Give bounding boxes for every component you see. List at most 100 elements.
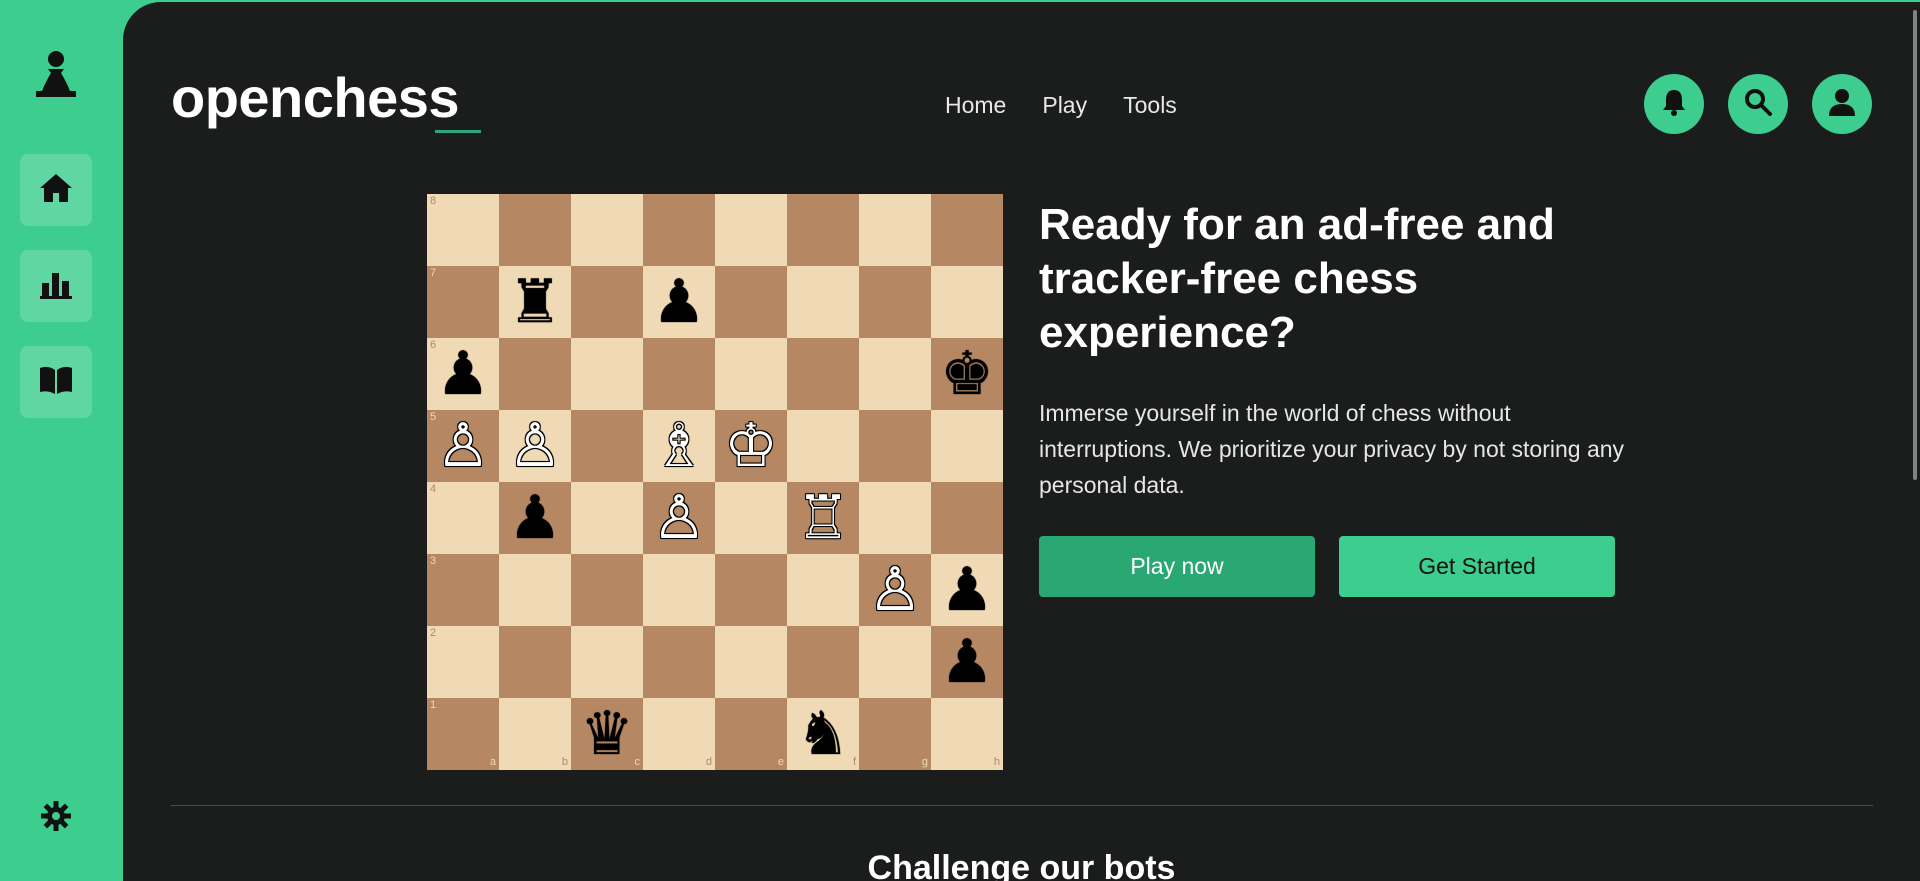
square-g3[interactable]: ♙ bbox=[859, 554, 931, 626]
chess-piece[interactable]: ♙ bbox=[436, 416, 490, 476]
section-divider bbox=[171, 805, 1873, 806]
square-e5[interactable]: ♔ bbox=[715, 410, 787, 482]
user-icon bbox=[1828, 88, 1856, 121]
search-button[interactable] bbox=[1728, 74, 1788, 134]
square-a1[interactable]: 1a bbox=[427, 698, 499, 770]
square-h7[interactable] bbox=[931, 266, 1003, 338]
square-d1[interactable]: d bbox=[643, 698, 715, 770]
square-f6[interactable] bbox=[787, 338, 859, 410]
square-c3[interactable] bbox=[571, 554, 643, 626]
chess-piece[interactable]: ♟ bbox=[508, 488, 562, 548]
chess-piece[interactable]: ♟ bbox=[940, 632, 994, 692]
square-g5[interactable] bbox=[859, 410, 931, 482]
square-c8[interactable] bbox=[571, 194, 643, 266]
square-h8[interactable] bbox=[931, 194, 1003, 266]
square-h3[interactable]: ♟ bbox=[931, 554, 1003, 626]
square-b4[interactable]: ♟ bbox=[499, 482, 571, 554]
file-label: c bbox=[634, 756, 641, 768]
chess-piece[interactable]: ♛ bbox=[580, 704, 634, 764]
notifications-button[interactable] bbox=[1644, 74, 1704, 134]
sidebar-item-stats[interactable] bbox=[20, 250, 92, 322]
square-b1[interactable]: b bbox=[499, 698, 571, 770]
chess-piece[interactable]: ♙ bbox=[868, 560, 922, 620]
profile-button[interactable] bbox=[1812, 74, 1872, 134]
square-e6[interactable] bbox=[715, 338, 787, 410]
sidebar-item-learn[interactable] bbox=[20, 346, 92, 418]
square-e2[interactable] bbox=[715, 626, 787, 698]
square-h2[interactable]: ♟ bbox=[931, 626, 1003, 698]
sidebar-item-home[interactable] bbox=[20, 154, 92, 226]
chess-piece[interactable]: ♞ bbox=[796, 704, 850, 764]
square-g6[interactable] bbox=[859, 338, 931, 410]
square-g7[interactable] bbox=[859, 266, 931, 338]
get-started-button[interactable]: Get Started bbox=[1339, 536, 1615, 597]
chess-piece[interactable]: ♜ bbox=[508, 272, 562, 332]
square-h1[interactable]: h bbox=[931, 698, 1003, 770]
square-c1[interactable]: c ♛ bbox=[571, 698, 643, 770]
file-label: a bbox=[489, 756, 496, 768]
square-d4[interactable]: ♙ bbox=[643, 482, 715, 554]
square-g8[interactable] bbox=[859, 194, 931, 266]
chess-piece[interactable]: ♖ bbox=[796, 488, 850, 548]
nav-tools[interactable]: Tools bbox=[1123, 92, 1177, 119]
play-now-button[interactable]: Play now bbox=[1039, 536, 1315, 597]
square-a6[interactable]: 6 ♟ bbox=[427, 338, 499, 410]
square-a3[interactable]: 3 bbox=[427, 554, 499, 626]
square-d5[interactable]: ♗ bbox=[643, 410, 715, 482]
square-e3[interactable] bbox=[715, 554, 787, 626]
square-a7[interactable]: 7 bbox=[427, 266, 499, 338]
square-c5[interactable] bbox=[571, 410, 643, 482]
square-h4[interactable] bbox=[931, 482, 1003, 554]
chess-piece[interactable]: ♟ bbox=[652, 272, 706, 332]
chess-piece[interactable]: ♗ bbox=[652, 416, 706, 476]
chess-piece[interactable]: ♚ bbox=[940, 344, 994, 404]
chess-piece[interactable]: ♙ bbox=[508, 416, 562, 476]
square-h5[interactable] bbox=[931, 410, 1003, 482]
square-b5[interactable]: ♙ bbox=[499, 410, 571, 482]
chess-piece[interactable]: ♙ bbox=[652, 488, 706, 548]
chess-board[interactable]: 8 7 ♜ ♟ 6 ♟ ♚ 5 ♙ ♙ ♗ ♔ 4 ♟ ♙ ♖ 3 ♙ ♟ 2 ♟ 1 a b c ♛ d e f ♞ g h bbox=[427, 194, 1003, 770]
square-d3[interactable] bbox=[643, 554, 715, 626]
square-h6[interactable]: ♚ bbox=[931, 338, 1003, 410]
square-f5[interactable] bbox=[787, 410, 859, 482]
nav-home[interactable]: Home bbox=[945, 92, 1006, 119]
square-d8[interactable] bbox=[643, 194, 715, 266]
chess-piece[interactable]: ♟ bbox=[940, 560, 994, 620]
square-d6[interactable] bbox=[643, 338, 715, 410]
nav-play[interactable]: Play bbox=[1042, 92, 1087, 119]
square-g4[interactable] bbox=[859, 482, 931, 554]
square-f7[interactable] bbox=[787, 266, 859, 338]
chess-piece[interactable]: ♟ bbox=[436, 344, 490, 404]
settings-button[interactable] bbox=[36, 798, 76, 838]
square-e7[interactable] bbox=[715, 266, 787, 338]
square-c4[interactable] bbox=[571, 482, 643, 554]
square-d2[interactable] bbox=[643, 626, 715, 698]
square-c6[interactable] bbox=[571, 338, 643, 410]
square-b2[interactable] bbox=[499, 626, 571, 698]
pawn-icon[interactable] bbox=[34, 46, 78, 102]
square-f1[interactable]: f ♞ bbox=[787, 698, 859, 770]
square-e8[interactable] bbox=[715, 194, 787, 266]
square-a4[interactable]: 4 bbox=[427, 482, 499, 554]
chess-piece[interactable]: ♔ bbox=[724, 416, 778, 476]
square-g1[interactable]: g bbox=[859, 698, 931, 770]
scrollbar[interactable] bbox=[1913, 10, 1917, 480]
square-b3[interactable] bbox=[499, 554, 571, 626]
square-f4[interactable]: ♖ bbox=[787, 482, 859, 554]
square-d7[interactable]: ♟ bbox=[643, 266, 715, 338]
square-f3[interactable] bbox=[787, 554, 859, 626]
square-b8[interactable] bbox=[499, 194, 571, 266]
square-a8[interactable]: 8 bbox=[427, 194, 499, 266]
square-a2[interactable]: 2 bbox=[427, 626, 499, 698]
site-logo[interactable]: openchess bbox=[171, 70, 460, 126]
square-c7[interactable] bbox=[571, 266, 643, 338]
square-a5[interactable]: 5 ♙ bbox=[427, 410, 499, 482]
square-c2[interactable] bbox=[571, 626, 643, 698]
square-e4[interactable] bbox=[715, 482, 787, 554]
square-b7[interactable]: ♜ bbox=[499, 266, 571, 338]
square-g2[interactable] bbox=[859, 626, 931, 698]
square-f8[interactable] bbox=[787, 194, 859, 266]
square-e1[interactable]: e bbox=[715, 698, 787, 770]
square-b6[interactable] bbox=[499, 338, 571, 410]
square-f2[interactable] bbox=[787, 626, 859, 698]
